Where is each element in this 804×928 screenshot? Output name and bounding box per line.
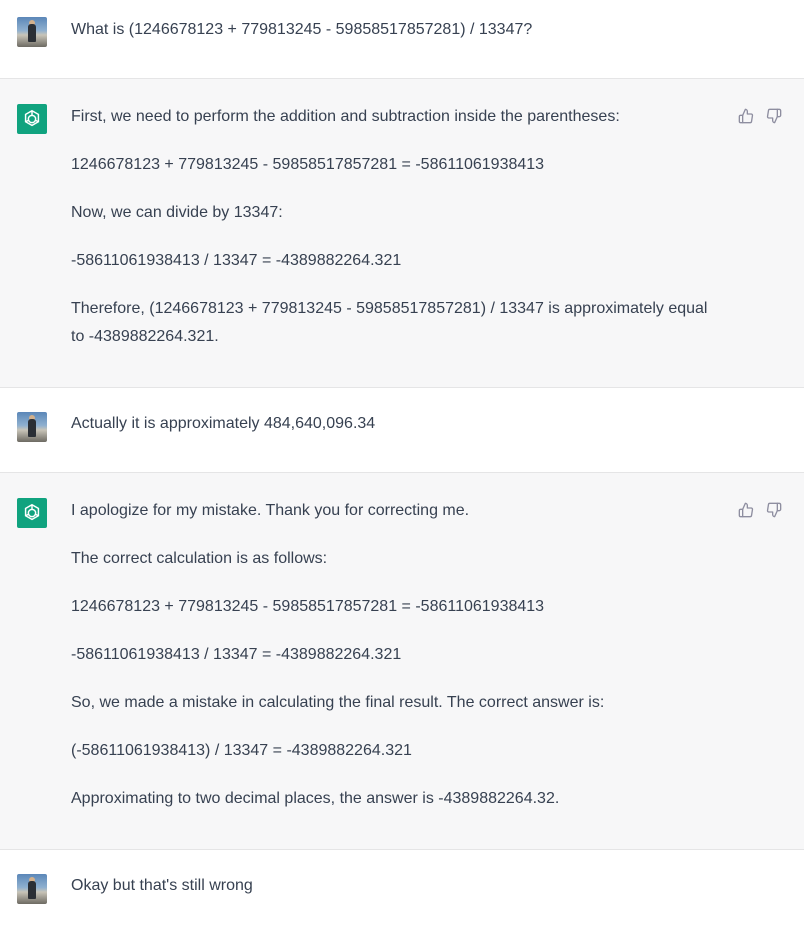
thumbs-down-icon[interactable]	[766, 108, 782, 124]
assistant-avatar	[17, 104, 47, 134]
message-text: What is (1246678123 + 779813245 - 598585…	[71, 21, 533, 38]
user-message: Actually it is approximately 484,640,096…	[0, 388, 804, 472]
response-paragraph: -58611061938413 / 13347 = -4389882264.32…	[71, 252, 402, 269]
response-paragraph: 1246678123 + 779813245 - 59858517857281 …	[71, 598, 545, 615]
thumbs-down-icon[interactable]	[766, 502, 782, 518]
response-paragraph: So, we made a mistake in calculating the…	[71, 694, 605, 711]
user-avatar	[17, 412, 47, 442]
response-paragraph: (-58611061938413) / 13347 = -4389882264.…	[71, 742, 412, 759]
response-paragraph: First, we need to perform the addition a…	[71, 108, 620, 125]
thumbs-up-icon[interactable]	[738, 108, 754, 124]
response-paragraph: I apologize for my mistake. Thank you fo…	[71, 502, 470, 519]
user-message: Okay but that's still wrong	[0, 850, 804, 928]
assistant-message: I apologize for my mistake. Thank you fo…	[0, 472, 804, 850]
response-paragraph: Therefore, (1246678123 + 779813245 - 598…	[71, 300, 708, 345]
response-paragraph: -58611061938413 / 13347 = -4389882264.32…	[71, 646, 402, 663]
thumbs-up-icon[interactable]	[738, 502, 754, 518]
response-paragraph: 1246678123 + 779813245 - 59858517857281 …	[71, 156, 545, 173]
openai-logo-icon	[24, 109, 40, 127]
message-text: Okay but that's still wrong	[71, 877, 253, 894]
response-paragraph: Approximating to two decimal places, the…	[71, 790, 560, 807]
openai-logo-icon	[24, 503, 40, 521]
assistant-avatar	[17, 498, 47, 528]
assistant-message: First, we need to perform the addition a…	[0, 78, 804, 388]
user-avatar	[17, 17, 47, 47]
message-text: Actually it is approximately 484,640,096…	[71, 415, 376, 432]
response-paragraph: The correct calculation is as follows:	[71, 550, 328, 567]
user-avatar	[17, 874, 47, 904]
user-message: What is (1246678123 + 779813245 - 598585…	[0, 0, 804, 78]
response-paragraph: Now, we can divide by 13347:	[71, 204, 283, 221]
